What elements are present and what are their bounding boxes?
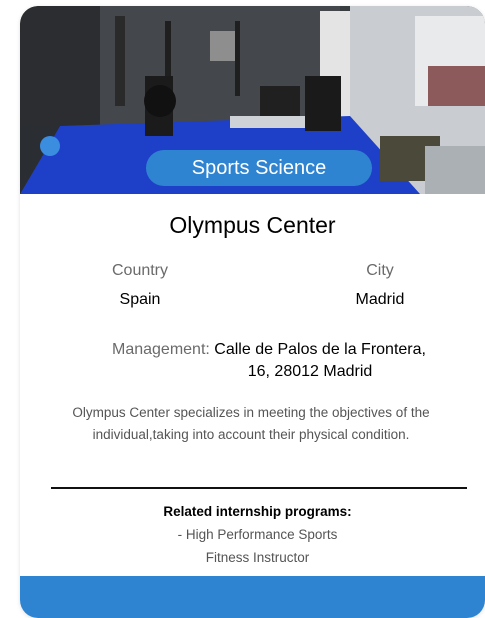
center-title: Olympus Center <box>169 212 336 238</box>
page: Sports Science Olympus Center Country Ci… <box>0 0 485 618</box>
center-card[interactable]: Sports Science Olympus Center Country Ci… <box>20 6 485 618</box>
management-line2: 16, 28012 Madrid <box>247 363 373 380</box>
management-line1: Calle de Palos de la Frontera, <box>214 341 426 358</box>
management-address: Management: Calle de Palos de la Fronter… <box>112 339 472 383</box>
related-program-item: - High Performance Sports <box>177 527 338 542</box>
category-badge[interactable]: Sports Science <box>146 150 372 186</box>
description-line1: Olympus Center specializes in meeting th… <box>72 405 430 420</box>
city-value: Madrid <box>355 291 405 308</box>
management-label: Management: <box>112 341 210 358</box>
related-programs-title: Related internship programs: <box>163 504 352 519</box>
country-value: Spain <box>119 291 161 308</box>
related-program-item: Fitness Instructor <box>205 550 310 565</box>
divider <box>51 487 467 489</box>
country-label: Country <box>111 262 169 279</box>
gym-photo: Sports Science <box>20 6 485 194</box>
description-line2: individual,taking into account their phy… <box>92 427 410 442</box>
card-footer-bar[interactable] <box>20 576 485 618</box>
center-description: Olympus Center specializes in meeting th… <box>26 402 476 446</box>
city-label: City <box>366 262 394 279</box>
